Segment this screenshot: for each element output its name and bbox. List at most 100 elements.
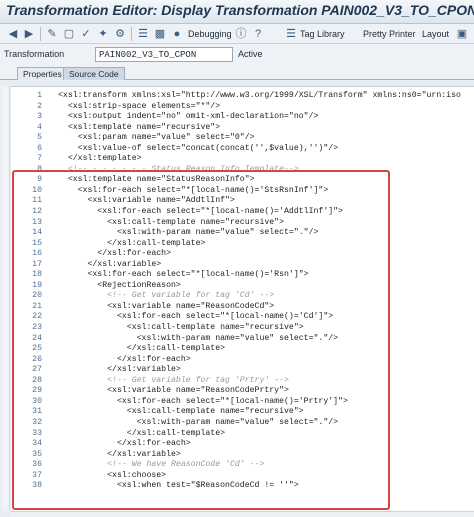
code-line[interactable]: 28 <!-- Get variable for tag 'Prtry' --> [11,376,474,387]
tab-source-code[interactable]: Source Code [63,67,125,80]
code-line[interactable]: 27 </xsl:variable> [11,365,474,376]
line-number: 36 [32,460,42,470]
line-number: 28 [32,375,42,385]
line-number: 26 [32,354,42,364]
sap-menu-icon[interactable]: ▣ [455,27,469,41]
activate-icon[interactable]: ✦ [96,27,110,41]
forward-arrow-icon[interactable]: ▶ [22,27,36,41]
code-line[interactable]: 20 <!-- Get variable for tag 'Cd' --> [11,291,474,302]
breakpoint-icon[interactable]: ● [170,27,184,41]
check-icon[interactable]: ✓ [79,27,93,41]
layout-button[interactable]: Layout [422,27,449,41]
code-text: </xsl:variable> [58,365,181,375]
line-number: 3 [37,112,42,122]
code-line[interactable]: 19 <RejectionReason> [11,281,474,292]
tag-library-button[interactable]: Tag Library [300,27,345,41]
code-text: <xsl:with-param name="value" select="."/… [58,333,339,343]
code-line[interactable]: 36 <!-- We have ReasonCode 'Cd' --> [11,460,474,471]
where-used-icon[interactable]: ☰ [136,27,150,41]
code-line[interactable]: 12 <xsl:for-each select="*[local-name()=… [11,207,474,218]
tag-library-icon[interactable]: ☰ [284,27,298,41]
display-change-icon[interactable]: ✎ [45,27,59,41]
code-comment-text: <!-- We have ReasonCode 'Cd' --> [58,460,265,470]
test-icon[interactable]: ⚙ [113,27,127,41]
code-line[interactable]: 26 </xsl:for-each> [11,355,474,366]
tab-strip: Properties Source Code [0,66,474,80]
code-line[interactable]: 37 <xsl:choose> [11,471,474,482]
source-code-editor[interactable]: 1 <xsl:transform xmlns:xsl="http://www.w3… [11,86,474,511]
line-number: 7 [37,154,42,164]
code-line[interactable]: 8 <!-- - - - - - - Status Reason Info Te… [11,165,474,176]
code-line[interactable]: 33 </xsl:call-template> [11,429,474,440]
code-line[interactable]: 38 <xsl:when test="$ReasonCodeCd != ''"> [11,481,474,492]
code-line[interactable]: 11 <xsl:variable name="AddtlInf"> [11,196,474,207]
debugging-button[interactable]: Debugging [188,27,232,41]
code-line[interactable]: 34 </xsl:for-each> [11,439,474,450]
line-number: 9 [37,175,42,185]
editor-marker-gutter [2,86,10,511]
code-line[interactable]: 25 </xsl:call-template> [11,344,474,355]
code-text: <xsl:when test="$ReasonCodeCd != ''"> [58,481,299,491]
other-object-icon[interactable]: ▢ [62,27,76,41]
pretty-printer-button[interactable]: Pretty Printer [363,27,416,41]
title-bar: Transformation Editor: Display Transform… [0,0,474,24]
code-line[interactable]: 29 <xsl:variable name="ReasonCodePrtry"> [11,386,474,397]
line-number: 25 [32,344,42,354]
code-line[interactable]: 17 </xsl:variable> [11,260,474,271]
code-line[interactable]: 9 <xsl:template name="StatusReasonInfo"> [11,175,474,186]
code-line[interactable]: 23 <xsl:call-template name="recursive"> [11,323,474,334]
code-text: </xsl:call-template> [58,344,226,354]
code-text: <xsl:for-each select="*[local-name()='Cd… [58,312,334,322]
code-line[interactable]: 3 <xsl:output indent="no" omit-xml-decla… [11,112,474,123]
line-number: 24 [32,333,42,343]
code-line[interactable]: 7 </xsl:template> [11,154,474,165]
code-line[interactable]: 5 <xsl:param name="value" select="0"/> [11,133,474,144]
code-line[interactable]: 6 <xsl:value-of select="concat(concat(''… [11,144,474,155]
line-number: 19 [32,280,42,290]
code-line[interactable]: 31 <xsl:call-template name="recursive"> [11,407,474,418]
transformation-field-row: Transformation PAIN002_V3_TO_CPON Active [0,44,474,66]
line-number: 8 [37,164,42,174]
code-line[interactable]: 13 <xsl:call-template name="recursive"> [11,218,474,229]
code-comment-text: <!-- - - - - - - Status Reason Info Temp… [58,164,299,174]
code-line[interactable]: 1 <xsl:transform xmlns:xsl="http://www.w3… [11,91,474,102]
line-number: 31 [32,407,42,417]
object-list-icon[interactable]: ▩ [153,27,167,41]
code-text: </xsl:template> [58,154,142,164]
tab-properties[interactable]: Properties [17,67,68,80]
code-line[interactable]: 16 </xsl:for-each> [11,249,474,260]
code-line[interactable]: 30 <xsl:for-each select="*[local-name()=… [11,397,474,408]
back-arrow-icon[interactable]: ◀ [6,27,20,41]
code-line[interactable]: 24 <xsl:with-param name="value" select="… [11,334,474,345]
code-line[interactable]: 2 <xsl:strip-space elements="*"/> [11,102,474,113]
code-line[interactable]: 32 <xsl:with-param name="value" select="… [11,418,474,429]
code-line[interactable]: 10 <xsl:for-each select="*[local-name()=… [11,186,474,197]
code-text: <xsl:template name="StatusReasonInfo"> [58,175,255,185]
code-line[interactable]: 14 <xsl:with-param name="value" select="… [11,228,474,239]
code-text: </xsl:variable> [58,259,162,269]
line-number: 35 [32,449,42,459]
code-line[interactable]: 21 <xsl:variable name="ReasonCodeCd"> [11,302,474,313]
horizontal-scrollbar[interactable] [11,511,474,517]
code-line[interactable]: 18 <xsl:for-each select="*[local-name()=… [11,270,474,281]
code-text: <xsl:with-param name="value" select="."/… [58,228,319,238]
code-line[interactable]: 22 <xsl:for-each select="*[local-name()=… [11,312,474,323]
code-line[interactable]: 4 <xsl:template name="recursive"> [11,123,474,134]
help-icon[interactable]: ? [251,27,265,41]
line-number: 37 [32,470,42,480]
code-line[interactable]: 15 </xsl:call-template> [11,239,474,250]
transformation-name-field[interactable]: PAIN002_V3_TO_CPON [95,47,233,62]
line-number: 16 [32,249,42,259]
line-number: 15 [32,238,42,248]
line-number: 23 [32,323,42,333]
code-text: <xsl:variable name="ReasonCodePrtry"> [58,386,289,396]
code-line[interactable]: 35 </xsl:variable> [11,450,474,461]
code-text: <xsl:output indent="no" omit-xml-declara… [58,112,319,122]
line-number: 17 [32,259,42,269]
info-icon[interactable]: ⓘ [234,27,248,41]
code-text: <xsl:choose> [58,470,167,480]
line-number: 2 [37,101,42,111]
code-text: <xsl:for-each select="*[local-name()='Ad… [58,207,343,217]
code-text: </xsl:call-template> [58,238,206,248]
line-number: 13 [32,217,42,227]
